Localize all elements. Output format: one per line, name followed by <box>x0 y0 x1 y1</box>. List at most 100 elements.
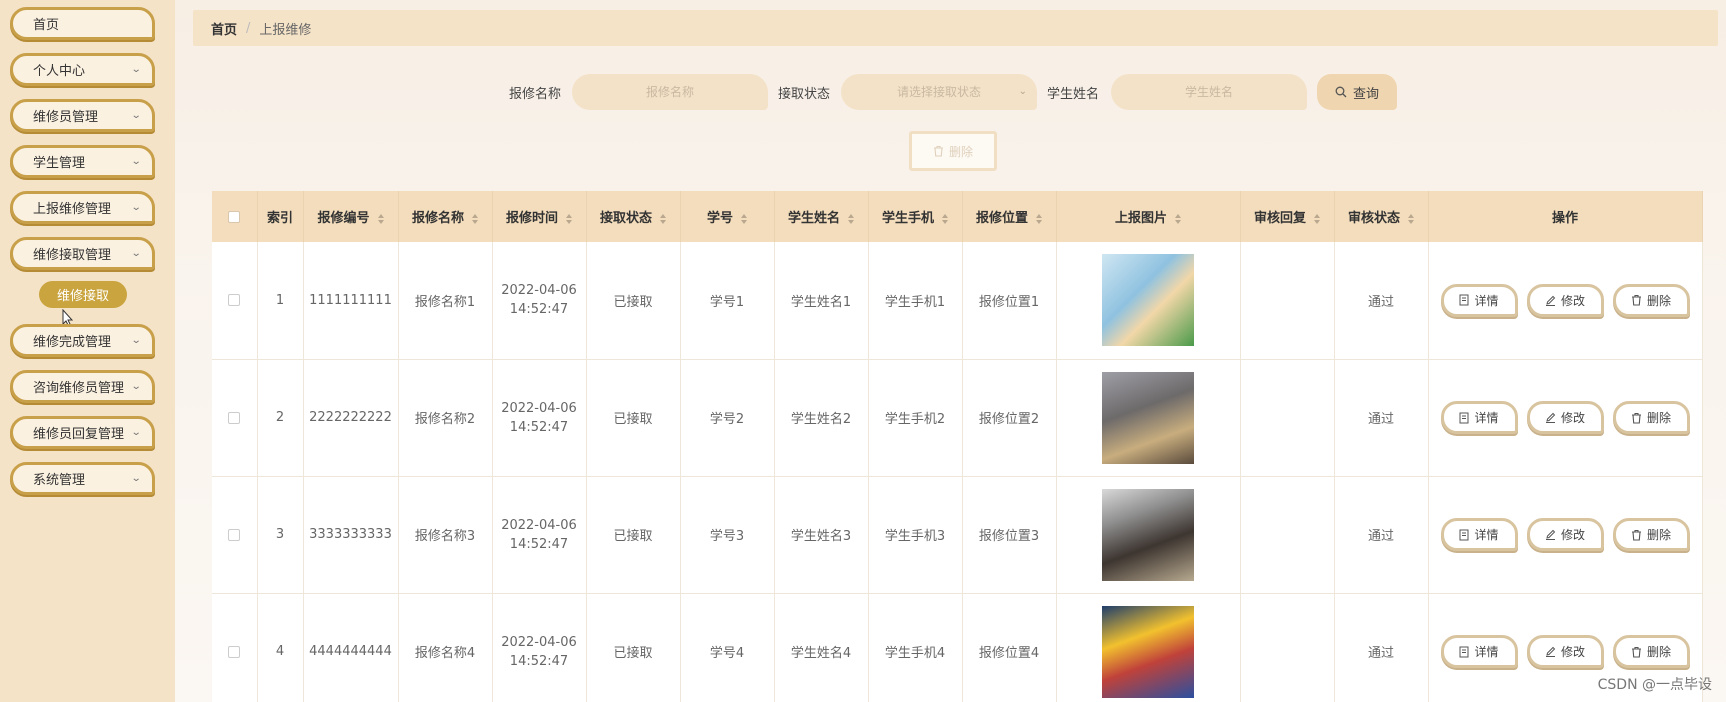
report-image[interactable] <box>1102 254 1194 347</box>
batch-delete-button[interactable]: 删除 <box>909 131 997 171</box>
cell-student-no: 学号3 <box>680 476 775 594</box>
document-icon <box>1459 529 1469 540</box>
detail-label: 详情 <box>1474 528 1499 542</box>
detail-button[interactable]: 详情 <box>1440 401 1518 434</box>
trash-icon <box>933 145 943 157</box>
col-header-name[interactable]: 报修名称 <box>398 191 493 242</box>
row-checkbox[interactable] <box>228 294 241 307</box>
cell-location: 报修位置2 <box>962 359 1057 477</box>
col-header-label: 报修名称 <box>411 211 464 226</box>
cell-reply <box>1240 593 1335 702</box>
col-header-time[interactable]: 报修时间 <box>492 191 587 242</box>
col-header-student-name[interactable]: 学生姓名 <box>774 191 869 242</box>
breadcrumb-home[interactable]: 首页 <box>211 19 237 38</box>
cell-actions: 详情 修改 删除 <box>1428 476 1703 594</box>
select-all-checkbox[interactable] <box>228 210 241 223</box>
chevron-down-icon: ⌄ <box>1018 86 1027 97</box>
report-image[interactable] <box>1102 371 1194 464</box>
student-name-label: 学生姓名 <box>1047 87 1100 102</box>
cell-actions: 详情 修改 删除 <box>1428 242 1703 360</box>
edit-button[interactable]: 修改 <box>1526 283 1604 317</box>
chevron-down-icon: ⌄ <box>130 248 142 259</box>
detail-button[interactable]: 详情 <box>1440 283 1518 317</box>
report-image[interactable] <box>1102 488 1194 581</box>
cell-audit: 通过 <box>1334 593 1429 702</box>
sort-icon[interactable] <box>741 213 747 224</box>
repair-name-input[interactable]: 报修名称 <box>572 74 768 110</box>
edit-button[interactable]: 修改 <box>1526 401 1604 434</box>
menu-item-personal-center[interactable]: 个人中心 ⌄ <box>10 53 155 86</box>
row-checkbox[interactable] <box>228 411 241 424</box>
cell-student-name: 学生姓名2 <box>774 359 869 477</box>
sort-icon[interactable] <box>377 213 384 224</box>
report-image[interactable] <box>1102 605 1194 698</box>
menu-label: 维修完成管理 <box>33 335 112 350</box>
col-header-student-no[interactable]: 学号 <box>680 191 775 242</box>
detail-button[interactable]: 详情 <box>1440 635 1518 668</box>
accept-status-select[interactable]: 请选择接取状态 ⌄ <box>841 74 1037 110</box>
cell-status: 已接取 <box>586 593 681 702</box>
delete-button[interactable]: 删除 <box>1612 401 1690 434</box>
menu-label: 个人中心 <box>33 64 86 79</box>
cell-time-text: 14:52:47 <box>509 536 569 552</box>
chevron-down-icon: ⌄ <box>130 427 142 438</box>
cell-reply <box>1240 242 1335 360</box>
menu-item-home[interactable]: 首页 <box>10 7 155 40</box>
menu-item-consult-mgmt[interactable]: 咨询维修员管理 ⌄ <box>10 370 155 403</box>
menu-item-report-repair-mgmt[interactable]: 上报维修管理 ⌄ <box>10 191 155 224</box>
cell-image <box>1056 242 1241 360</box>
edit-button[interactable]: 修改 <box>1526 518 1604 551</box>
edit-label: 修改 <box>1560 528 1585 542</box>
submenu-item-repair-accept[interactable]: 维修接取 <box>39 281 127 308</box>
sort-icon[interactable] <box>660 213 666 224</box>
sort-icon[interactable] <box>1175 213 1181 224</box>
cell-audit: 通过 <box>1334 242 1429 360</box>
sort-icon[interactable] <box>566 213 572 224</box>
col-header-phone[interactable]: 学生手机 <box>868 191 963 242</box>
col-header-image[interactable]: 上报图片 <box>1056 191 1241 242</box>
sort-icon[interactable] <box>942 213 948 224</box>
row-checkbox[interactable] <box>228 528 241 541</box>
cell-index: 1 <box>257 242 304 360</box>
delete-button[interactable]: 删除 <box>1612 283 1690 317</box>
menu-item-system-mgmt[interactable]: 系统管理 ⌄ <box>10 462 155 495</box>
menu-item-repairman-mgmt[interactable]: 维修员管理 ⌄ <box>10 99 155 132</box>
col-header-status[interactable]: 接取状态 <box>586 191 681 242</box>
query-label: 查询 <box>1352 86 1379 102</box>
cell-student-name: 学生姓名1 <box>774 242 869 360</box>
chevron-down-icon: ⌄ <box>130 202 142 213</box>
detail-label: 详情 <box>1474 645 1499 659</box>
row-checkbox[interactable] <box>228 645 241 658</box>
col-header-code[interactable]: 报修编号 <box>303 191 399 242</box>
query-button[interactable]: 查询 <box>1317 74 1397 110</box>
menu-label: 首页 <box>33 18 60 33</box>
menu-item-repair-complete-mgmt[interactable]: 维修完成管理 ⌄ <box>10 324 155 357</box>
cell-phone: 学生手机2 <box>868 359 963 477</box>
sort-icon[interactable] <box>1036 213 1042 224</box>
delete-button[interactable]: 删除 <box>1612 635 1690 668</box>
menu-item-student-mgmt[interactable]: 学生管理 ⌄ <box>10 145 155 178</box>
chevron-down-icon: ⌄ <box>130 156 142 167</box>
delete-button[interactable]: 删除 <box>1612 518 1690 551</box>
menu-label: 维修员回复管理 <box>33 427 125 442</box>
sort-icon[interactable] <box>1408 213 1414 224</box>
col-header-audit[interactable]: 审核状态 <box>1334 191 1429 242</box>
menu-item-repair-accept-mgmt[interactable]: 维修接取管理 ⌄ <box>10 237 155 270</box>
sort-icon[interactable] <box>472 213 478 224</box>
student-name-input[interactable]: 学生姓名 <box>1111 74 1307 110</box>
detail-button[interactable]: 详情 <box>1440 518 1518 551</box>
col-header-reply[interactable]: 审核回复 <box>1240 191 1335 242</box>
edit-label: 修改 <box>1560 645 1585 659</box>
sort-icon[interactable] <box>1314 213 1320 224</box>
col-header-location[interactable]: 报修位置 <box>962 191 1057 242</box>
cell-phone: 学生手机1 <box>868 242 963 360</box>
edit-button[interactable]: 修改 <box>1526 635 1604 668</box>
menu-label: 系统管理 <box>33 473 86 488</box>
breadcrumb-current: 上报维修 <box>259 22 312 38</box>
col-header-label: 报修位置 <box>975 211 1028 226</box>
cell-time-text: 14:52:47 <box>509 419 569 435</box>
menu-label: 维修接取管理 <box>33 248 112 263</box>
menu-item-reply-mgmt[interactable]: 维修员回复管理 ⌄ <box>10 416 155 449</box>
sort-icon[interactable] <box>848 213 854 224</box>
watermark: CSDN @一点毕设 <box>1597 677 1712 693</box>
